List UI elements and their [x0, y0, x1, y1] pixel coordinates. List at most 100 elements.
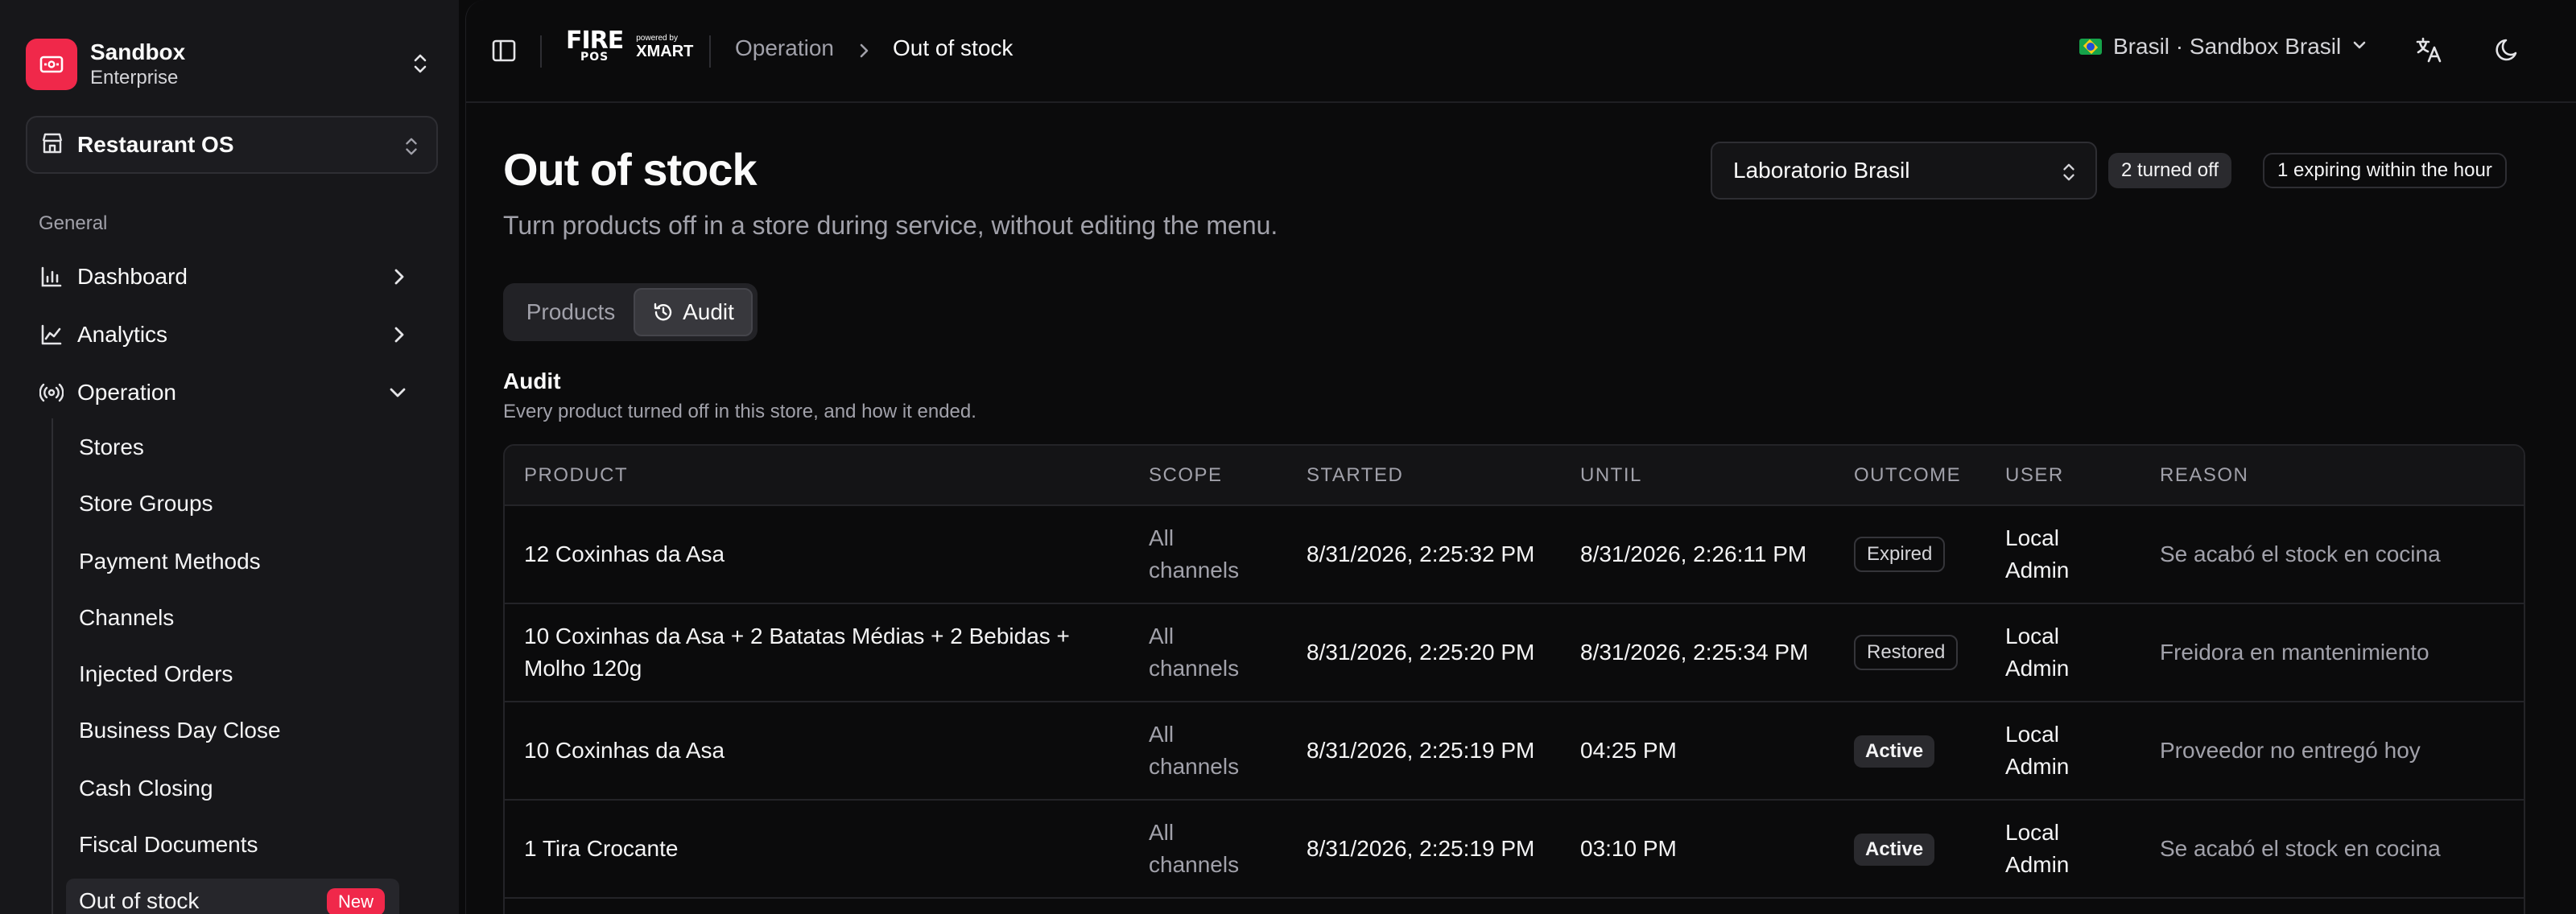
- brand-partner: powered by XMART: [636, 34, 693, 60]
- outcome-badge: Active: [1854, 834, 1935, 866]
- expiring-count-badge: 1 expiring within the hour: [2263, 153, 2507, 188]
- column-header-reason[interactable]: REASON: [2140, 446, 2524, 506]
- cell-user: Local Admin: [1986, 800, 2140, 899]
- sidebar-item-payment-methods[interactable]: Payment Methods: [66, 539, 399, 584]
- bar-chart-icon: [39, 264, 64, 290]
- org-logo-icon: [26, 39, 77, 90]
- breadcrumb-operation[interactable]: Operation: [735, 35, 834, 61]
- cell-reason: Se acabó el stock en cocina: [2140, 800, 2524, 899]
- sidebar-item-stores[interactable]: Stores: [66, 425, 399, 470]
- line-chart-icon: [39, 322, 64, 348]
- chevron-right-icon: [390, 323, 409, 352]
- sidebar-item-business-day-close[interactable]: Business Day Close: [66, 708, 399, 753]
- cell-started: 8/31/2026, 2:25:19 PM: [1287, 702, 1561, 801]
- cell-until: 03:10 PM: [1561, 800, 1835, 899]
- tab-label: Products: [526, 299, 616, 324]
- column-header-outcome[interactable]: OUTCOME: [1835, 446, 1986, 506]
- sidebar-item-label: Out of stock: [79, 888, 200, 913]
- topbar: FIRE POS powered by XMART Operation Out …: [466, 0, 2576, 103]
- sidebar-item-label: Fiscal Documents: [79, 832, 258, 857]
- table-row[interactable]: 10 Coxinhas da Asa All channels 8/31/202…: [505, 702, 2524, 801]
- outcome-badge: Expired: [1854, 537, 1946, 572]
- audit-table: PRODUCT SCOPE STARTED UNTIL OUTCOME USER…: [503, 444, 2525, 914]
- sidebar-item-operation[interactable]: Operation: [39, 370, 425, 415]
- chevrons-up-down-icon: [411, 51, 430, 80]
- chevron-down-icon: [2351, 34, 2368, 60]
- table-row[interactable]: 1 Tira Crocante All channels 8/31/2026, …: [505, 800, 2524, 899]
- column-header-scope[interactable]: SCOPE: [1129, 446, 1287, 506]
- column-header-started[interactable]: STARTED: [1287, 446, 1561, 506]
- sidebar-item-label: Dashboard: [77, 264, 188, 289]
- cell-product: 10 Coxinhas da Asa + 2 Batatas Médias + …: [505, 603, 1129, 702]
- cell-started: 8/31/2026, 2:25:20 PM: [1287, 603, 1561, 702]
- broadcast-icon: [39, 380, 64, 406]
- sidebar-item-store-groups[interactable]: Store Groups: [66, 481, 399, 526]
- cell-started: 8/31/2026, 2:25:32 PM: [1287, 505, 1561, 604]
- sidebar-item-label: Operation: [77, 380, 176, 405]
- outcome-badge: Restored: [1854, 635, 1959, 670]
- sidebar-item-label: Injected Orders: [79, 661, 233, 686]
- breadcrumb-current: Out of stock: [893, 35, 1013, 60]
- sidebar-item-label: Business Day Close: [79, 718, 281, 743]
- outcome-badge: Active: [1854, 735, 1935, 768]
- tab-products[interactable]: Products: [508, 288, 634, 336]
- sidebar-item-out-of-stock[interactable]: Out of stock New: [66, 879, 399, 914]
- column-header-until[interactable]: UNTIL: [1561, 446, 1835, 506]
- cell-started: 8/31/2026, 2:25:19 PM: [1287, 800, 1561, 899]
- brand-logo: FIRE POS powered by XMART: [566, 29, 693, 64]
- cell-until: 8/31/2026, 2:25:34 PM: [1561, 603, 1835, 702]
- cell-outcome: Restored: [1835, 603, 1986, 702]
- page-subtitle: Turn products off in a store during serv…: [503, 211, 1278, 240]
- column-header-user[interactable]: USER: [1986, 446, 2140, 506]
- store-select-value: Laboratorio Brasil: [1733, 158, 1910, 183]
- main-content: FIRE POS powered by XMART Operation Out …: [465, 0, 2576, 914]
- cell-user: Local Admin: [1986, 603, 2140, 702]
- sidebar-item-label: Stores: [79, 434, 144, 459]
- sidebar: Sandbox Enterprise Restaurant OS General…: [0, 0, 459, 914]
- tab-label: Audit: [683, 299, 734, 324]
- sidebar-item-injected-orders[interactable]: Injected Orders: [66, 652, 399, 697]
- sidebar-item-label: Analytics: [77, 322, 168, 347]
- column-header-product[interactable]: PRODUCT: [505, 446, 1129, 506]
- cell-until: 8/31/2026, 2:26:11 PM: [1561, 505, 1835, 604]
- cell-reason: Se acabó el stock en cocina: [2140, 505, 2524, 604]
- subnav-divider: [52, 418, 53, 914]
- cell-reason: Freidora en mantenimiento: [2140, 603, 2524, 702]
- sidebar-item-channels[interactable]: Channels: [66, 595, 399, 640]
- cell-product: 10 Coxinhas da Asa: [505, 702, 1129, 801]
- sidebar-item-label: Payment Methods: [79, 549, 261, 574]
- org-name: Sandbox: [90, 39, 186, 64]
- history-icon: [654, 303, 672, 321]
- cell-outcome: Expired: [1835, 505, 1986, 604]
- table-row[interactable]: 12 Coxinhas da Asa All channels 8/31/202…: [505, 505, 2524, 604]
- app-selector-label: Restaurant OS: [77, 132, 234, 157]
- translate-icon[interactable]: [2414, 35, 2443, 68]
- store-icon: [40, 131, 64, 159]
- store-select[interactable]: Laboratorio Brasil: [1711, 142, 2097, 200]
- chevrons-up-down-icon: [402, 135, 420, 162]
- cell-user: Local Admin: [1986, 505, 2140, 604]
- cell-scope: All channels: [1129, 800, 1287, 899]
- cell-scope: All channels: [1129, 505, 1287, 604]
- app-selector[interactable]: Restaurant OS: [26, 116, 438, 174]
- partner-name: XMART: [636, 43, 694, 60]
- sidebar-item-fiscal-documents[interactable]: Fiscal Documents: [66, 822, 399, 867]
- sidebar-toggle-icon[interactable]: [490, 37, 518, 68]
- cell-outcome: Active: [1835, 702, 1986, 801]
- locale-selector[interactable]: Brasil · Sandbox Brasil: [2079, 34, 2368, 60]
- cell-product: 1 Tira Crocante: [505, 800, 1129, 899]
- moon-icon[interactable]: [2493, 35, 2522, 68]
- sidebar-item-dashboard[interactable]: Dashboard: [39, 254, 425, 299]
- chevron-right-icon: [856, 40, 872, 66]
- nav-group-label: General: [39, 212, 108, 234]
- table-row[interactable]: 10 Coxinhas da Asa + 2 Batatas Médias + …: [505, 603, 2524, 702]
- sidebar-item-analytics[interactable]: Analytics: [39, 312, 425, 357]
- section-subtitle: Every product turned off in this store, …: [503, 401, 976, 422]
- cell-user: Local Admin: [1986, 702, 2140, 801]
- sidebar-item-label: Cash Closing: [79, 776, 213, 801]
- sidebar-item-cash-closing[interactable]: Cash Closing: [66, 766, 399, 811]
- locale-label: Brasil · Sandbox Brasil: [2113, 34, 2342, 59]
- org-plan: Enterprise: [90, 67, 179, 89]
- org-switcher[interactable]: Sandbox Enterprise: [26, 27, 435, 101]
- tab-audit[interactable]: Audit: [634, 288, 753, 336]
